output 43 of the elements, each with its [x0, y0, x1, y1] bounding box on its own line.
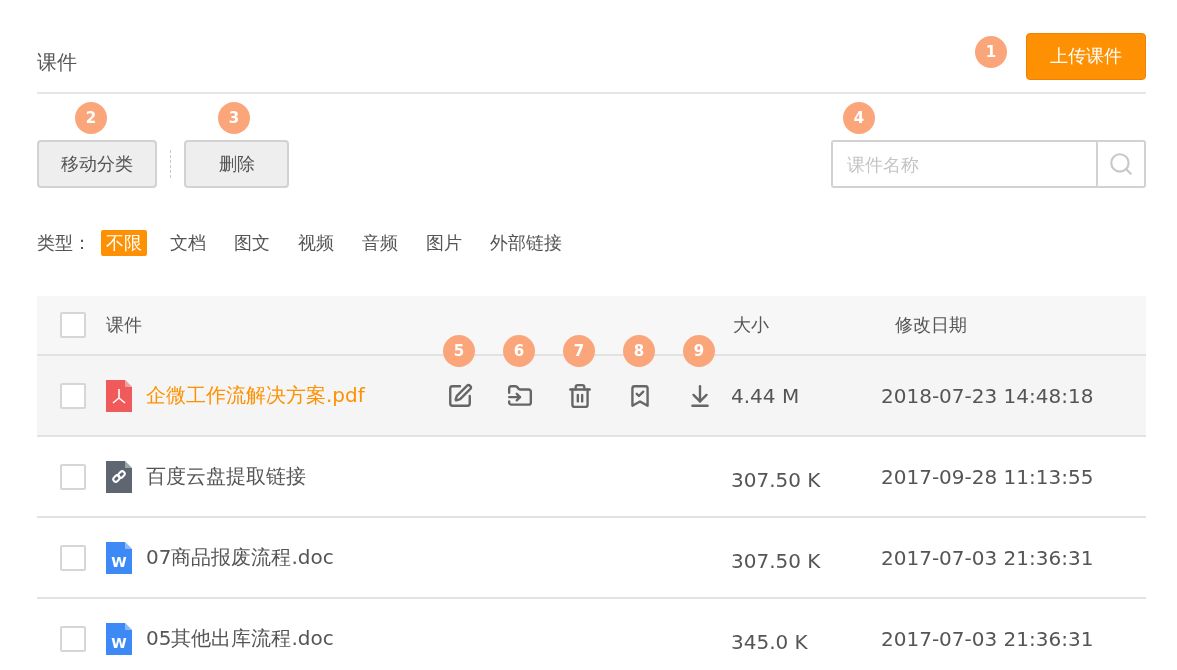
search-button[interactable]	[1096, 142, 1144, 186]
file-name[interactable]: 05其他出库流程.doc	[146, 625, 334, 652]
filter-option[interactable]: 视频	[293, 230, 339, 256]
column-header: 大小	[733, 313, 770, 337]
file-name[interactable]: 07商品报废流程.doc	[146, 544, 334, 571]
checkbox[interactable]	[60, 544, 86, 571]
trash-icon[interactable]	[567, 382, 593, 409]
modified-date: 2017-07-03 21:36:31	[881, 626, 1094, 651]
filter-option[interactable]: 文档	[165, 230, 211, 256]
checkbox[interactable]	[60, 463, 86, 490]
page-title: 课件	[37, 48, 77, 76]
file-size: 345.0 K	[731, 628, 809, 654]
step-marker: 2	[75, 102, 107, 134]
filter-label: 类型：	[37, 231, 91, 255]
move-category-button[interactable]: 移动分类	[37, 140, 157, 188]
file-name[interactable]: 百度云盘提取链接	[146, 463, 306, 490]
document-file-icon: W	[106, 622, 132, 655]
edit-icon[interactable]	[447, 382, 473, 409]
file-row[interactable]: 企微工作流解决方案.pdf 4.44 M 2018-07-23 14:48:18	[37, 356, 1146, 437]
filter-option[interactable]: 图片	[421, 230, 467, 256]
modified-date: 2017-09-28 11:13:55	[881, 464, 1094, 489]
checkbox[interactable]	[60, 312, 86, 338]
pdf-file-icon	[106, 379, 132, 412]
modified-date: 2017-07-03 21:36:31	[881, 545, 1094, 570]
step-marker: 1	[975, 35, 1007, 68]
file-size: 307.50 K	[731, 547, 822, 573]
document-file-icon: W	[106, 541, 132, 574]
filter-option[interactable]: 外部链接	[485, 230, 567, 256]
column-header: 课件	[106, 313, 142, 337]
checkbox[interactable]	[60, 625, 86, 652]
step-marker: 3	[218, 102, 250, 134]
delete-button[interactable]: 删除	[184, 140, 289, 188]
filter-option[interactable]: 音频	[357, 230, 403, 256]
checkbox[interactable]	[60, 382, 86, 409]
search-field[interactable]: 课件名称	[831, 140, 1146, 188]
link-file-icon	[106, 460, 132, 493]
file-size: 307.50 K	[731, 466, 822, 492]
step-marker: 4	[843, 102, 875, 134]
file-size: 4.44 M	[731, 383, 801, 408]
filter-option[interactable]: 图文	[229, 230, 275, 256]
search-icon	[1108, 151, 1134, 177]
modified-date: 2018-07-23 14:48:18	[881, 383, 1094, 408]
column-header: 修改日期	[895, 313, 967, 337]
